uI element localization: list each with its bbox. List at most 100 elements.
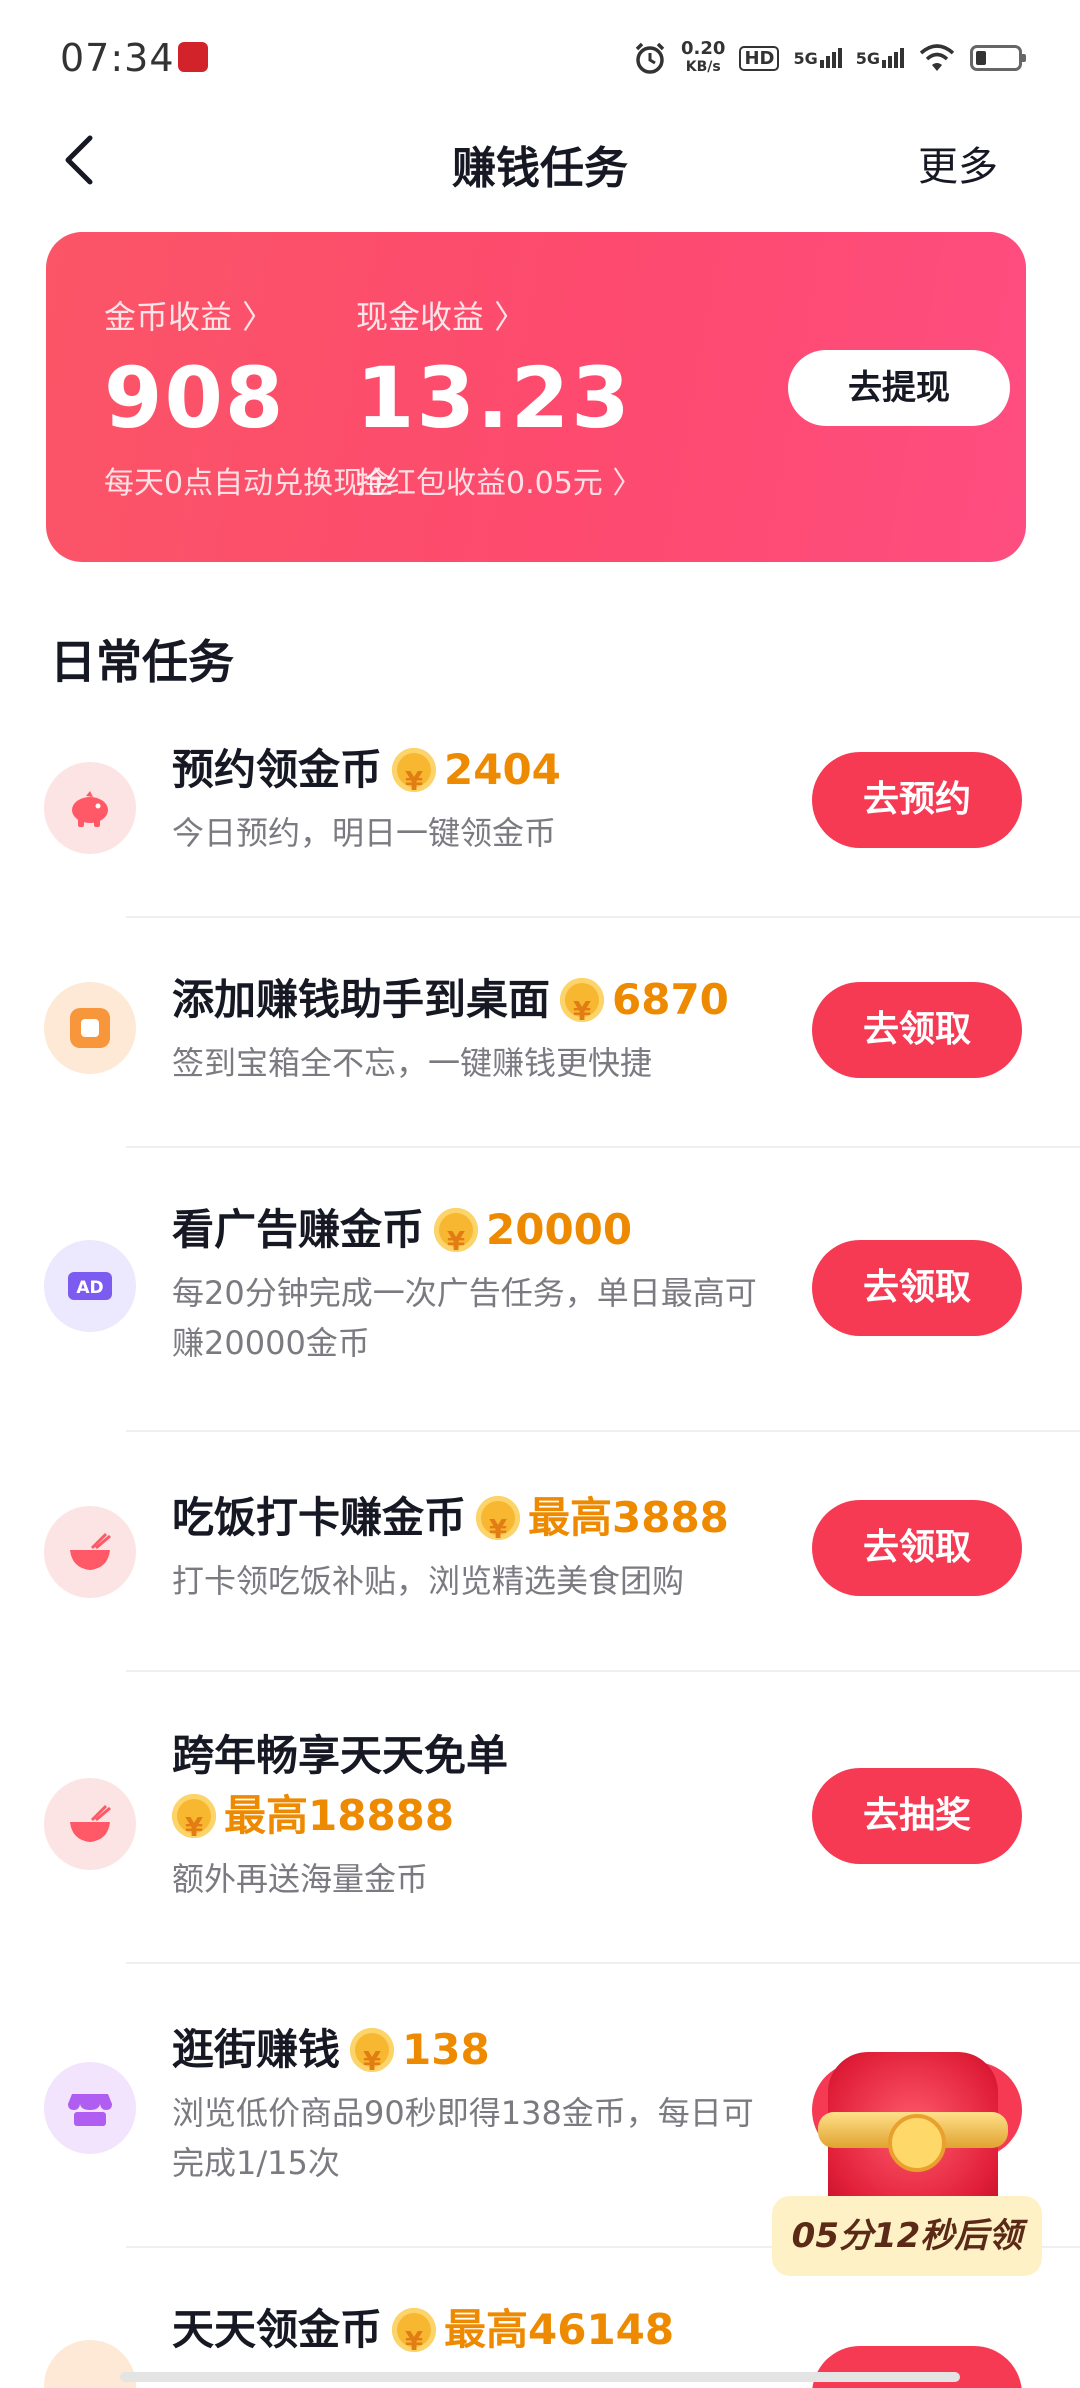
task-title: 吃饭打卡赚金币 <box>172 1493 467 1542</box>
coin-symbol: ¥ <box>184 1813 204 1843</box>
net-speed-value: 0.20 <box>681 38 726 59</box>
task-icon-bg: AD <box>44 1240 136 1332</box>
cash-earnings[interactable]: 现金收益 〉 13.23 抢红包收益0.05元 〉 <box>356 292 642 502</box>
task-icon-bg <box>44 762 136 854</box>
red-packet-earnings-link[interactable]: 抢红包收益0.05元 〉 <box>356 458 642 502</box>
coin-symbol: ¥ <box>572 997 592 1027</box>
task-title-line: 吃饭打卡赚金币 ¥ 最高3888 <box>172 1488 782 1548</box>
coin-symbol: ¥ <box>362 2047 382 2077</box>
coin-earnings-value: 908 <box>104 349 286 447</box>
lottery-button[interactable]: 去抽奖 <box>812 1768 1022 1864</box>
claim-button[interactable]: 去领取 <box>812 982 1022 1078</box>
status-bar: 07:34 0.20 KB/s HD 5G 5G <box>0 0 1080 110</box>
more-button[interactable]: 更多 <box>918 134 998 192</box>
task-content: 吃饭打卡赚金币 ¥ 最高3888 打卡领吃饭补贴，浏览精选美食团购 <box>172 1488 782 1606</box>
task-title-line: 跨年畅享天天免单 ¥ 最高18888 <box>172 1726 782 1846</box>
task-reward: 6870 <box>612 975 729 1024</box>
task-content: 预约领金币 ¥ 2404 今日预约，明日一键领金币 <box>172 740 782 858</box>
earnings-card: 金币收益 〉 908 每天0点自动兑换现金 现金收益 〉 13.23 抢红包收益… <box>46 232 1026 562</box>
withdraw-button[interactable]: 去提现 <box>788 350 1010 426</box>
task-description: 浏览低价商品90秒即得138金币，每日可完成1/15次 <box>172 2094 754 2182</box>
ad-icon: AD <box>68 1272 112 1300</box>
task-reward: 最高46148 <box>444 2305 675 2354</box>
nav-bar: 赚钱任务 更多 <box>0 110 1080 210</box>
task-description: 每20分钟完成一次广告任务，单日最高可赚20000金币 <box>172 1274 757 1362</box>
task-row-watch-ads: AD 看广告赚金币 ¥ 20000 每20分钟完成一次广告任务，单日最高可赚20… <box>0 1200 1080 1400</box>
divider <box>126 916 1080 918</box>
task-content: 添加赚钱助手到桌面 ¥ 6870 签到宝箱全不忘，一键赚钱更快捷 <box>172 970 782 1088</box>
task-content: 天天领金币 ¥ 最高46148 <box>172 2300 782 2360</box>
task-reward: 20000 <box>486 1205 633 1254</box>
task-row-meal-checkin: 吃饭打卡赚金币 ¥ 最高3888 打卡领吃饭补贴，浏览精选美食团购 去领取 <box>0 1488 1080 1638</box>
coin-earnings[interactable]: 金币收益 〉 908 每天0点自动兑换现金 <box>104 292 393 502</box>
task-content: 看广告赚金币 ¥ 20000 每20分钟完成一次广告任务，单日最高可赚20000… <box>172 1200 782 1368</box>
network-speed: 0.20 KB/s <box>681 39 725 77</box>
task-title: 预约领金币 <box>172 745 383 794</box>
divider <box>126 1430 1080 1432</box>
coin-icon: ¥ <box>350 2028 395 2077</box>
task-icon-bg <box>44 1778 136 1870</box>
signal-2-label: 5G <box>855 49 880 68</box>
coin-symbol: ¥ <box>404 767 424 797</box>
task-title-line: 添加赚钱助手到桌面 ¥ 6870 <box>172 970 782 1030</box>
task-description: 今日预约，明日一键领金币 <box>172 814 557 852</box>
store-icon <box>68 2094 112 2126</box>
task-title: 逛街赚钱 <box>172 2025 341 2074</box>
task-description: 打卡领吃饭补贴，浏览精选美食团购 <box>172 1562 685 1600</box>
piggy-bank-icon <box>72 791 108 827</box>
app-square-icon <box>70 1008 110 1048</box>
treasure-chest-widget[interactable]: 05分12秒后领 <box>772 2052 1042 2282</box>
task-reward: 2404 <box>444 745 561 794</box>
coin-earnings-label[interactable]: 金币收益 〉 <box>104 292 393 338</box>
task-row-add-to-desktop: 添加赚钱助手到桌面 ¥ 6870 签到宝箱全不忘，一键赚钱更快捷 去领取 <box>0 970 1080 1120</box>
net-speed-unit: KB/s <box>685 59 721 75</box>
task-title-line: 天天领金币 ¥ 最高46148 <box>172 2300 782 2360</box>
coin-symbol: ¥ <box>446 1227 466 1257</box>
task-description: 签到宝箱全不忘，一键赚钱更快捷 <box>172 1044 653 1082</box>
bottom-scroll-indicator <box>120 2372 960 2382</box>
task-title: 跨年畅享天天免单 <box>172 1731 509 1780</box>
task-content: 逛街赚钱 ¥ 138 浏览低价商品90秒即得138金币，每日可完成1/15次 <box>172 2020 782 2188</box>
alarm-icon <box>635 42 665 74</box>
coin-symbol: ¥ <box>488 1515 508 1545</box>
task-icon-bg <box>44 2062 136 2154</box>
task-title: 看广告赚金币 <box>172 1205 425 1254</box>
task-icon-bg <box>44 1506 136 1598</box>
task-title-line: 预约领金币 ¥ 2404 <box>172 740 782 800</box>
claim-button[interactable]: 去领取 <box>812 1240 1022 1336</box>
coin-icon: ¥ <box>476 1496 521 1545</box>
task-row-reservation: 预约领金币 ¥ 2404 今日预约，明日一键领金币 去预约 <box>0 740 1080 890</box>
claim-button[interactable]: 去领取 <box>812 1500 1022 1596</box>
cash-earnings-label[interactable]: 现金收益 〉 <box>356 292 642 338</box>
divider <box>126 1670 1080 1672</box>
chest-countdown: 05分12秒后领 <box>772 2196 1042 2276</box>
signal-icon-1: 5G <box>793 48 842 68</box>
task-icon-bg <box>44 982 136 1074</box>
coin-icon: ¥ <box>392 2308 437 2357</box>
task-reward: 最高18888 <box>224 1791 455 1840</box>
coin-symbol: ¥ <box>404 2327 424 2357</box>
task-title-line: 逛街赚钱 ¥ 138 <box>172 2020 782 2080</box>
cash-earnings-value: 13.23 <box>356 349 632 447</box>
task-title: 添加赚钱助手到桌面 <box>172 975 551 1024</box>
signal-1-label: 5G <box>793 49 818 68</box>
reserve-button[interactable]: 去预约 <box>812 752 1022 848</box>
task-row-new-year-free: 跨年畅享天天免单 ¥ 最高18888 额外再送海量金币 去抽奖 <box>0 1726 1080 1926</box>
task-reward: 138 <box>402 2025 490 2074</box>
status-icons: 0.20 KB/s HD 5G 5G <box>633 36 1026 80</box>
rice-bowl-icon <box>70 1804 111 1842</box>
signal-icon-2: 5G <box>856 48 904 68</box>
task-title-line: 看广告赚金币 ¥ 20000 <box>172 1200 782 1260</box>
status-time: 07:34 <box>60 36 175 80</box>
coin-icon: ¥ <box>434 1208 479 1257</box>
chest-lock-icon <box>888 2114 946 2172</box>
coin-icon: ¥ <box>172 1794 216 1843</box>
divider <box>126 1146 1080 1148</box>
task-description: 额外再送海量金币 <box>172 1860 429 1898</box>
battery-icon <box>970 45 1026 71</box>
divider <box>126 1962 1080 1964</box>
coin-earnings-note: 每天0点自动兑换现金 <box>104 466 394 501</box>
daily-tasks-heading: 日常任务 <box>50 635 234 689</box>
task-reward: 最高3888 <box>528 1493 729 1542</box>
coin-icon: ¥ <box>560 978 605 1027</box>
